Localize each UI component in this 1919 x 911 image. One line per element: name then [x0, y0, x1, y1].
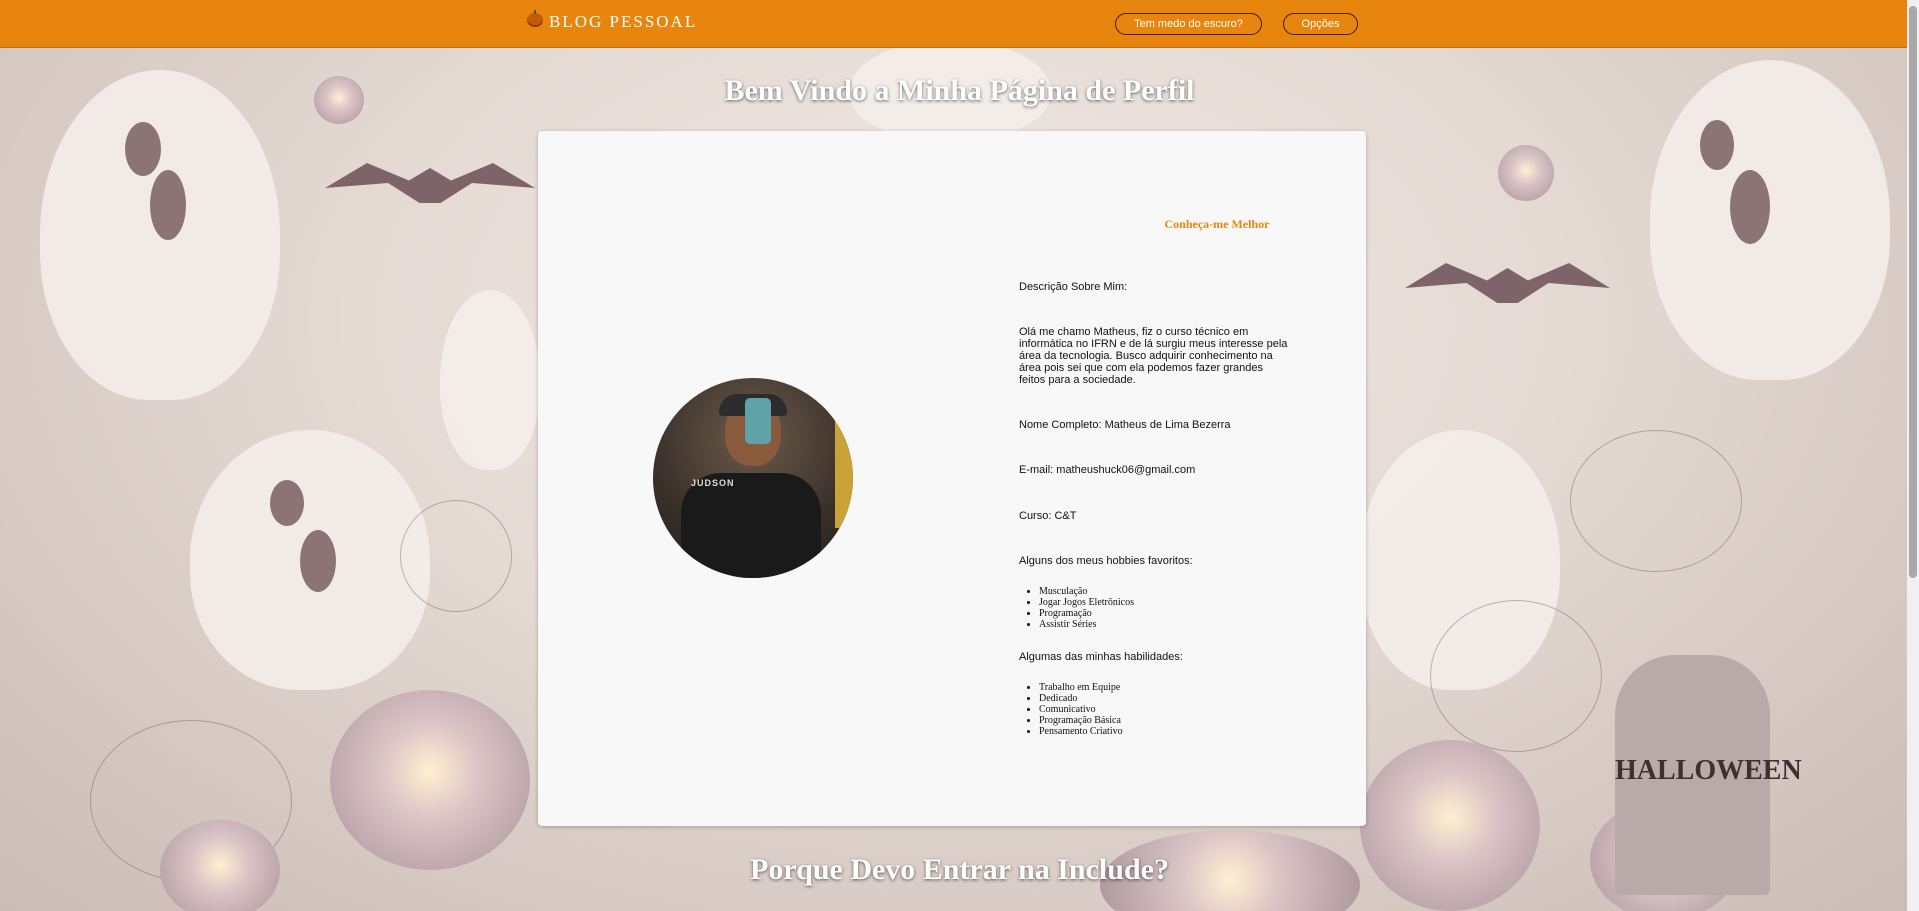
- list-item: Comunicativo: [1039, 704, 1123, 715]
- hobbies-label: Alguns dos meus hobbies favoritos:: [1019, 555, 1193, 567]
- list-item: Assistir Séries: [1039, 619, 1134, 630]
- description-text: Olá me chamo Matheus, fiz o curso técnic…: [1019, 326, 1288, 386]
- section-title: Porque Devo Entrar na Include?: [750, 853, 1169, 886]
- skills-label: Algumas das minhas habilidades:: [1019, 651, 1183, 663]
- about-title: Conheça-me Melhor: [1164, 217, 1270, 231]
- email: E-mail: matheushuck06@gmail.com: [1019, 464, 1196, 476]
- brand-title: BLOG PESSOAL: [549, 12, 698, 31]
- profile-card: JUDSON Conheça-me Melhor Descrição Sobre…: [538, 131, 1366, 826]
- profile-avatar: JUDSON: [653, 378, 853, 578]
- course: Curso: C&T: [1019, 510, 1077, 522]
- list-item: Programação Básica: [1039, 715, 1123, 726]
- list-item: Dedicado: [1039, 693, 1123, 704]
- page-title: Bem Vindo a Minha Página de Perfil: [724, 74, 1195, 107]
- list-item: Pensamento Criativo: [1039, 726, 1123, 737]
- scrollbar-thumb[interactable]: [1909, 6, 1917, 578]
- full-name: Nome Completo: Matheus de Lima Bezerra: [1019, 419, 1231, 431]
- dark-mode-button[interactable]: Tem medo do escuro?: [1115, 13, 1262, 35]
- scrollbar[interactable]: [1907, 0, 1919, 911]
- list-item: Programação: [1039, 608, 1134, 619]
- top-navbar: BLOG PESSOAL Tem medo do escuro? Opções: [0, 0, 1919, 48]
- tombstone-text: HALLOWEEN: [1615, 755, 1802, 786]
- list-item: Jogar Jogos Eletrônicos: [1039, 597, 1134, 608]
- options-button[interactable]: Opções: [1283, 13, 1358, 35]
- description-label: Descrição Sobre Mim:: [1019, 281, 1128, 293]
- list-item: Musculação: [1039, 586, 1134, 597]
- skills-list: Trabalho em Equipe Dedicado Comunicativo…: [1019, 682, 1123, 737]
- pumpkin-icon: [527, 10, 543, 27]
- list-item: Trabalho em Equipe: [1039, 682, 1123, 693]
- hobbies-list: Musculação Jogar Jogos Eletrônicos Progr…: [1019, 586, 1134, 630]
- brand-logo[interactable]: BLOG PESSOAL: [527, 10, 698, 32]
